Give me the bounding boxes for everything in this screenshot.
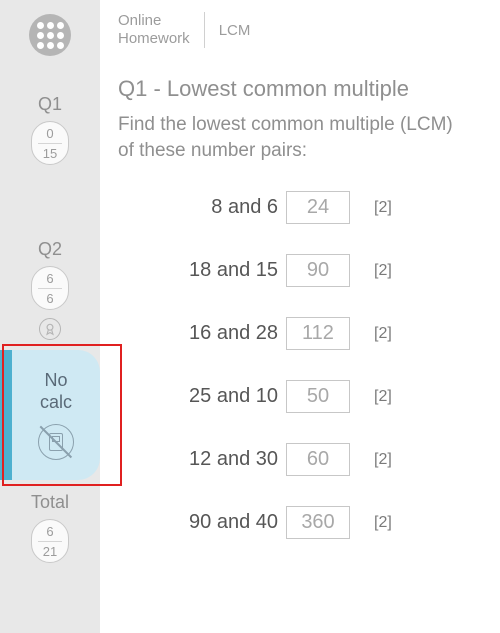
answer-input[interactable] xyxy=(286,317,350,350)
number-pair: 8 and 6 xyxy=(158,196,278,219)
answer-input[interactable] xyxy=(286,254,350,287)
answer-rows: 8 and 6 [2] 18 and 15 [2] 16 and 28 [2] … xyxy=(118,191,480,539)
number-pair: 90 and 40 xyxy=(158,511,278,534)
answer-input[interactable] xyxy=(286,380,350,413)
award-icon xyxy=(39,318,61,340)
answer-row: 12 and 30 [2] xyxy=(158,443,480,476)
answer-input[interactable] xyxy=(286,191,350,224)
marks-label: [2] xyxy=(374,514,392,532)
no-calculator-icon xyxy=(38,424,74,460)
number-pair: 18 and 15 xyxy=(158,259,278,282)
sidebar-item-q1[interactable]: Q1 0 15 xyxy=(20,94,80,165)
marks-label: [2] xyxy=(374,199,392,217)
answer-row: 25 and 10 [2] xyxy=(158,380,480,413)
app-menu-icon[interactable] xyxy=(29,14,71,56)
sidebar-item-total: Total 6 21 xyxy=(20,492,80,563)
answer-row: 8 and 6 [2] xyxy=(158,191,480,224)
sidebar: Q1 0 15 Q2 6 6 Nocalc xyxy=(0,0,100,633)
breadcrumb-parent[interactable]: OnlineHomework xyxy=(118,12,205,48)
sidebar-item-q2[interactable]: Q2 6 6 xyxy=(20,239,80,340)
breadcrumb: OnlineHomework LCM xyxy=(118,0,480,54)
answer-input[interactable] xyxy=(286,506,350,539)
marks-label: [2] xyxy=(374,451,392,469)
number-pair: 12 and 30 xyxy=(158,448,278,471)
q2-score: 6 6 xyxy=(31,266,69,310)
answer-input[interactable] xyxy=(286,443,350,476)
answer-row: 16 and 28 [2] xyxy=(158,317,480,350)
breadcrumb-current: LCM xyxy=(219,22,251,39)
question-prompt: Find the lowest common multiple (LCM) of… xyxy=(118,112,480,163)
q1-label: Q1 xyxy=(20,94,80,115)
marks-label: [2] xyxy=(374,388,392,406)
answer-row: 18 and 15 [2] xyxy=(158,254,480,287)
marks-label: [2] xyxy=(374,325,392,343)
no-calc-tab[interactable]: Nocalc xyxy=(0,350,100,480)
marks-label: [2] xyxy=(374,262,392,280)
no-calc-label: Nocalc xyxy=(40,370,72,413)
q2-label: Q2 xyxy=(20,239,80,260)
number-pair: 16 and 28 xyxy=(158,322,278,345)
main-content: OnlineHomework LCM Q1 - Lowest common mu… xyxy=(100,0,500,633)
page-title: Q1 - Lowest common multiple xyxy=(118,76,480,102)
number-pair: 25 and 10 xyxy=(158,385,278,408)
total-label: Total xyxy=(20,492,80,513)
answer-row: 90 and 40 [2] xyxy=(158,506,480,539)
total-score: 6 21 xyxy=(31,519,69,563)
q1-score: 0 15 xyxy=(31,121,69,165)
